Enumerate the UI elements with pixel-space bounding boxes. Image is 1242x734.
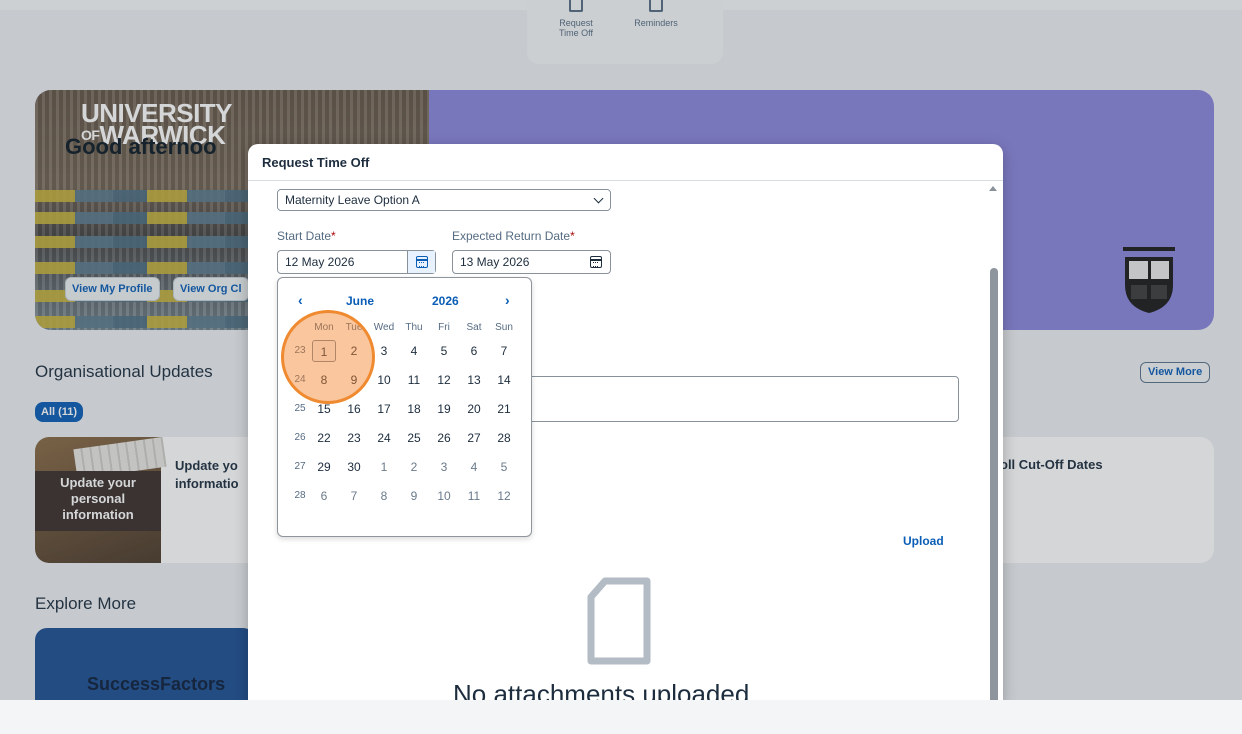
- click-highlight-marker: [281, 310, 375, 404]
- day-of-week-sat: Sat: [466, 322, 482, 333]
- calendar-day[interactable]: 3: [372, 340, 396, 362]
- day-of-week-fri: Fri: [438, 322, 450, 333]
- calendar-day[interactable]: 7: [342, 485, 366, 507]
- year-selector[interactable]: 2026: [432, 294, 459, 308]
- week-number: 27: [294, 461, 306, 472]
- dialog-header: Request Time Off: [248, 144, 1003, 181]
- calendar-day[interactable]: 3: [432, 456, 456, 478]
- return-date-label-text: Expected Return Date: [452, 229, 571, 243]
- document-icon: [587, 577, 651, 665]
- start-date-field[interactable]: 12 May 2026: [277, 250, 436, 274]
- calendar-day[interactable]: 11: [462, 485, 486, 507]
- calendar-day[interactable]: 17: [372, 398, 396, 420]
- time-type-select[interactable]: Maternity Leave Option A: [277, 189, 611, 211]
- calendar-day[interactable]: 27: [462, 427, 486, 449]
- calendar-day[interactable]: 7: [492, 340, 516, 362]
- calendar-day[interactable]: 18: [402, 398, 426, 420]
- calendar-day[interactable]: 8: [372, 485, 396, 507]
- calendar-day[interactable]: 4: [462, 456, 486, 478]
- day-of-week-thu: Thu: [405, 322, 423, 333]
- return-date-label: Expected Return Date*: [452, 229, 575, 243]
- calendar-day[interactable]: 29: [312, 456, 336, 478]
- month-selector[interactable]: June: [346, 294, 374, 308]
- return-date-field[interactable]: 13 May 2026: [452, 250, 611, 274]
- calendar-day[interactable]: 26: [432, 427, 456, 449]
- start-date-picker-button[interactable]: [407, 251, 435, 273]
- calendar-day[interactable]: 14: [492, 369, 516, 391]
- start-date-value: 12 May 2026: [285, 255, 355, 269]
- calendar-day[interactable]: 12: [432, 369, 456, 391]
- scrollbar-thumb[interactable]: [990, 268, 998, 704]
- calendar-day[interactable]: 16: [342, 398, 366, 420]
- calendar-day[interactable]: 22: [312, 427, 336, 449]
- return-date-value: 13 May 2026: [460, 255, 530, 269]
- scroll-up-arrow-icon[interactable]: [989, 186, 997, 191]
- calendar-day[interactable]: 2: [402, 456, 426, 478]
- calendar-day[interactable]: 21: [492, 398, 516, 420]
- next-month-button[interactable]: ›: [505, 292, 510, 308]
- time-type-value: Maternity Leave Option A: [285, 193, 420, 207]
- chevron-down-icon: [593, 193, 604, 204]
- dialog-title: Request Time Off: [262, 155, 370, 170]
- comment-textarea[interactable]: [526, 376, 959, 422]
- upload-link[interactable]: Upload: [903, 534, 944, 548]
- calendar-day[interactable]: 1: [372, 456, 396, 478]
- calendar-day[interactable]: 11: [402, 369, 426, 391]
- calendar-icon: [590, 256, 602, 268]
- required-marker: *: [570, 229, 575, 243]
- calendar-day[interactable]: 23: [342, 427, 366, 449]
- start-date-label: Start Date*: [277, 229, 336, 243]
- calendar-day[interactable]: 12: [492, 485, 516, 507]
- day-of-week-wed: Wed: [373, 322, 395, 333]
- calendar-day[interactable]: 28: [492, 427, 516, 449]
- calendar-day[interactable]: 19: [432, 398, 456, 420]
- calendar-day[interactable]: 20: [462, 398, 486, 420]
- calendar-day[interactable]: 30: [342, 456, 366, 478]
- return-date-picker-button[interactable]: [582, 251, 610, 273]
- calendar-day[interactable]: 5: [492, 456, 516, 478]
- calendar-day[interactable]: 5: [432, 340, 456, 362]
- bottom-band: [0, 700, 1242, 734]
- calendar-day[interactable]: 10: [432, 485, 456, 507]
- start-date-label-text: Start Date: [277, 229, 332, 243]
- required-marker: *: [331, 229, 336, 243]
- calendar-day[interactable]: 6: [462, 340, 486, 362]
- prev-month-button[interactable]: ‹: [298, 292, 303, 308]
- calendar-day[interactable]: 10: [372, 369, 396, 391]
- calendar-day[interactable]: 4: [402, 340, 426, 362]
- calendar-day[interactable]: 24: [372, 427, 396, 449]
- calendar-day[interactable]: 6: [312, 485, 336, 507]
- calendar-icon: [416, 256, 428, 268]
- day-of-week-sun: Sun: [495, 322, 513, 333]
- calendar-day[interactable]: 9: [402, 485, 426, 507]
- week-number: 28: [294, 490, 306, 501]
- week-number: 26: [294, 432, 306, 443]
- week-number: 25: [294, 403, 306, 414]
- calendar-day[interactable]: 13: [462, 369, 486, 391]
- calendar-day[interactable]: 25: [402, 427, 426, 449]
